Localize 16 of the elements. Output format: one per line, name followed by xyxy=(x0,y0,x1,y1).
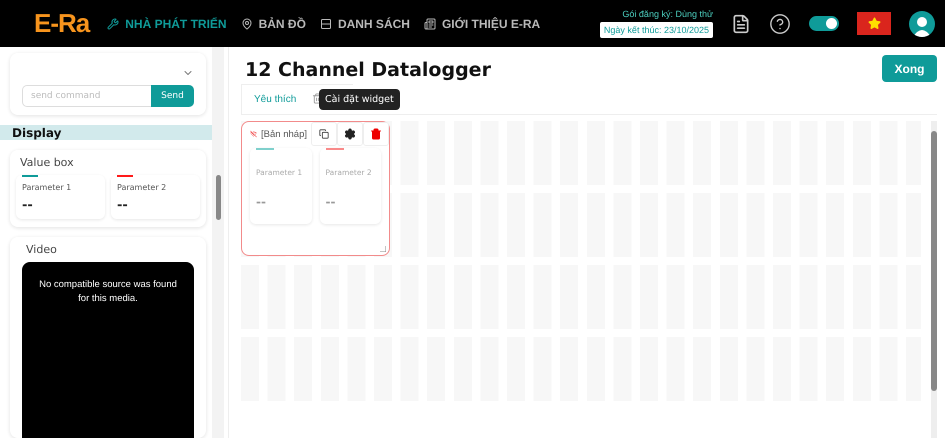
subscription-plan: Gói đăng ký: Dùng thử xyxy=(622,9,713,19)
page-title: 12 Channel Datalogger xyxy=(245,59,491,81)
widget-title: Video xyxy=(26,243,58,256)
parameter-value: -- xyxy=(256,195,267,209)
video-error-message: No compatible source was found for this media. xyxy=(38,278,178,306)
parameter-value: -- xyxy=(117,198,129,213)
section-heading: Display xyxy=(0,125,212,140)
widget-title: Value box xyxy=(20,156,75,169)
parameter-value: -- xyxy=(22,198,34,213)
parameter-label: Parameter 1 xyxy=(22,183,72,192)
widget-title: [Bản nháp] xyxy=(261,128,307,140)
tooltip: Cài đặt widget xyxy=(319,89,400,110)
parameter-value: -- xyxy=(326,195,336,209)
expiry-date-badge: Ngày kết thúc: 23/10/2025 xyxy=(600,22,713,38)
parameter-label: Parameter 2 xyxy=(117,183,168,192)
e-ra-logo: E-Ra xyxy=(34,8,90,39)
